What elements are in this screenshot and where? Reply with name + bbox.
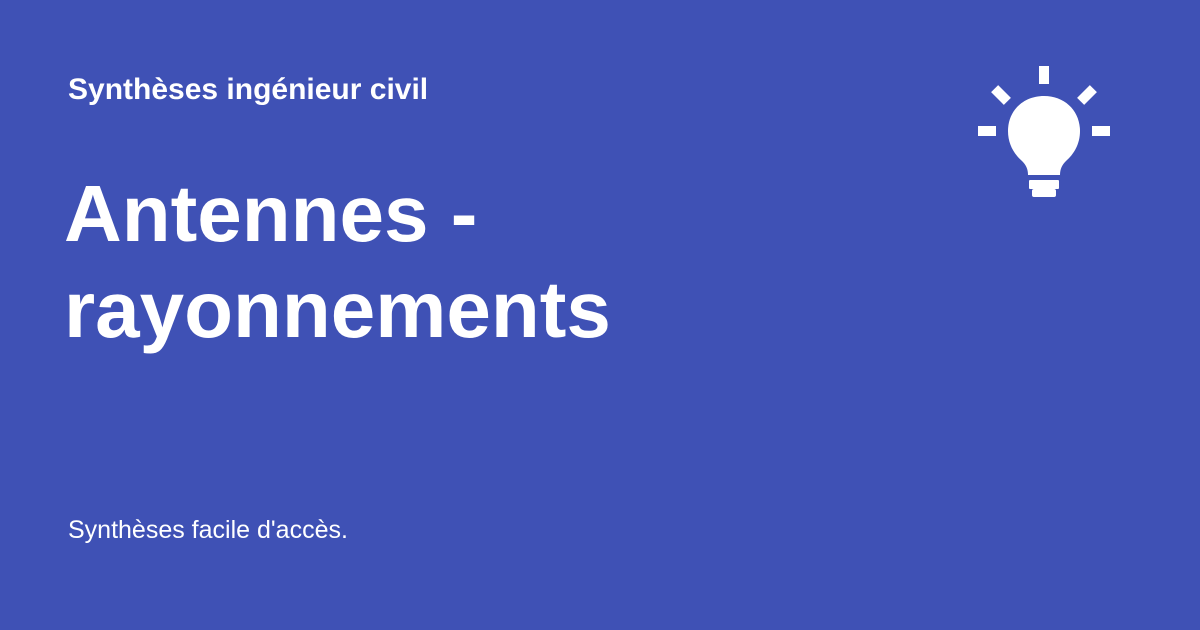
social-preview-card: Synthèses ingénieur civil Antennes - ray… — [0, 0, 1200, 630]
site-name: Synthèses ingénieur civil — [68, 73, 429, 106]
lightbulb-icon — [978, 66, 1110, 197]
page-title: Antennes - rayonnements — [64, 169, 611, 354]
tagline: Synthèses facile d'accès. — [68, 516, 348, 544]
